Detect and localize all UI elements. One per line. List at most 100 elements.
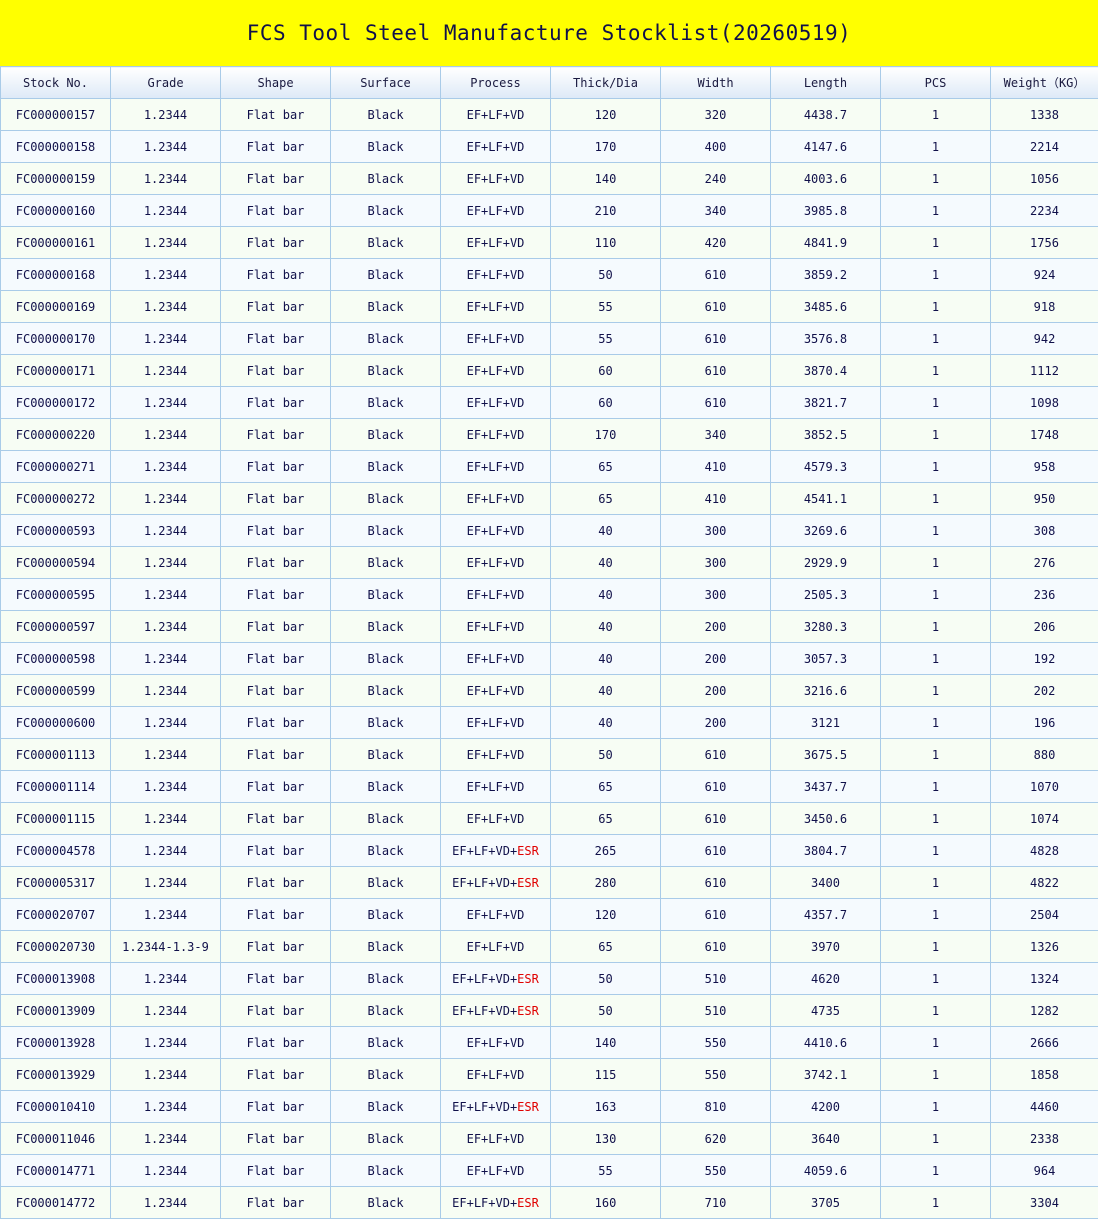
table-row[interactable]: FC0000002711.2344Flat barBlackEF+LF+VD65… [1, 451, 1098, 483]
table-row[interactable]: FC0000001721.2344Flat barBlackEF+LF+VD60… [1, 387, 1098, 419]
cell-surface: Black [331, 675, 441, 707]
cell-pcs: 1 [881, 387, 991, 419]
cell-shape: Flat bar [221, 675, 331, 707]
table-row[interactable]: FC0000005981.2344Flat barBlackEF+LF+VD40… [1, 643, 1098, 675]
table-row[interactable]: FC0000005931.2344Flat barBlackEF+LF+VD40… [1, 515, 1098, 547]
table-row[interactable]: FC0000001681.2344Flat barBlackEF+LF+VD50… [1, 259, 1098, 291]
table-row[interactable]: FC0000207071.2344Flat barBlackEF+LF+VD12… [1, 899, 1098, 931]
process-base-text: EF+LF+VD [467, 652, 525, 666]
cell-stock-no: FC000014771 [1, 1155, 111, 1187]
cell-length: 4147.6 [771, 131, 881, 163]
table-row[interactable]: FC0000104101.2344Flat barBlackEF+LF+VD+E… [1, 1091, 1098, 1123]
cell-length: 3804.7 [771, 835, 881, 867]
table-row[interactable]: FC0000053171.2344Flat barBlackEF+LF+VD+E… [1, 867, 1098, 899]
table-row[interactable]: FC0000139081.2344Flat barBlackEF+LF+VD+E… [1, 963, 1098, 995]
table-row[interactable]: FC0000005971.2344Flat barBlackEF+LF+VD40… [1, 611, 1098, 643]
cell-weight: 2338 [991, 1123, 1098, 1155]
cell-pcs: 1 [881, 707, 991, 739]
table-row[interactable]: FC0000005951.2344Flat barBlackEF+LF+VD40… [1, 579, 1098, 611]
cell-shape: Flat bar [221, 611, 331, 643]
table-row[interactable]: FC0000001611.2344Flat barBlackEF+LF+VD11… [1, 227, 1098, 259]
cell-length: 3280.3 [771, 611, 881, 643]
cell-grade: 1.2344 [111, 163, 221, 195]
cell-width: 610 [661, 739, 771, 771]
table-row[interactable]: FC0000001711.2344Flat barBlackEF+LF+VD60… [1, 355, 1098, 387]
cell-process: EF+LF+VD+ESR [441, 835, 551, 867]
column-header-pcs[interactable]: PCS [881, 67, 991, 99]
cell-width: 610 [661, 931, 771, 963]
cell-pcs: 1 [881, 1091, 991, 1123]
process-base-text: EF+LF+VD+ [452, 1196, 517, 1210]
table-row[interactable]: FC0000147711.2344Flat barBlackEF+LF+VD55… [1, 1155, 1098, 1187]
cell-thick-dia: 50 [551, 739, 661, 771]
table-row[interactable]: FC0000005941.2344Flat barBlackEF+LF+VD40… [1, 547, 1098, 579]
cell-thick-dia: 65 [551, 771, 661, 803]
column-header-process[interactable]: Process [441, 67, 551, 99]
cell-width: 610 [661, 803, 771, 835]
cell-thick-dia: 140 [551, 163, 661, 195]
process-base-text: EF+LF+VD [467, 460, 525, 474]
title-banner: FCS Tool Steel Manufacture Stocklist(202… [0, 0, 1098, 66]
cell-shape: Flat bar [221, 867, 331, 899]
cell-weight: 192 [991, 643, 1098, 675]
table-row[interactable]: FC0000001601.2344Flat barBlackEF+LF+VD21… [1, 195, 1098, 227]
table-row[interactable]: FC0000001581.2344Flat barBlackEF+LF+VD17… [1, 131, 1098, 163]
column-header-grade[interactable]: Grade [111, 67, 221, 99]
cell-width: 810 [661, 1091, 771, 1123]
cell-pcs: 1 [881, 771, 991, 803]
cell-length: 4579.3 [771, 451, 881, 483]
cell-surface: Black [331, 547, 441, 579]
cell-thick-dia: 40 [551, 643, 661, 675]
cell-pcs: 1 [881, 867, 991, 899]
table-row[interactable]: FC0000001591.2344Flat barBlackEF+LF+VD14… [1, 163, 1098, 195]
table-row[interactable]: FC0000110461.2344Flat barBlackEF+LF+VD13… [1, 1123, 1098, 1155]
cell-weight: 880 [991, 739, 1098, 771]
table-row[interactable]: FC0000005991.2344Flat barBlackEF+LF+VD40… [1, 675, 1098, 707]
cell-weight: 1756 [991, 227, 1098, 259]
header-row: Stock No. Grade Shape Surface Process Th… [1, 67, 1098, 99]
table-row[interactable]: FC0000147721.2344Flat barBlackEF+LF+VD+E… [1, 1187, 1098, 1219]
process-base-text: EF+LF+VD [467, 364, 525, 378]
column-header-thick-dia[interactable]: Thick/Dia [551, 67, 661, 99]
cell-pcs: 1 [881, 1027, 991, 1059]
column-header-shape[interactable]: Shape [221, 67, 331, 99]
table-row[interactable]: FC0000002201.2344Flat barBlackEF+LF+VD17… [1, 419, 1098, 451]
table-row[interactable]: FC0000011141.2344Flat barBlackEF+LF+VD65… [1, 771, 1098, 803]
table-row[interactable]: FC0000139091.2344Flat barBlackEF+LF+VD+E… [1, 995, 1098, 1027]
cell-thick-dia: 163 [551, 1091, 661, 1123]
process-esr-highlight: ESR [517, 1004, 539, 1018]
cell-length: 4438.7 [771, 99, 881, 131]
table-row[interactable]: FC0000207301.2344-1.3-9Flat barBlackEF+L… [1, 931, 1098, 963]
table-row[interactable]: FC0000001691.2344Flat barBlackEF+LF+VD55… [1, 291, 1098, 323]
table-row[interactable]: FC0000011131.2344Flat barBlackEF+LF+VD50… [1, 739, 1098, 771]
table-row[interactable]: FC0000002721.2344Flat barBlackEF+LF+VD65… [1, 483, 1098, 515]
column-header-stock-no[interactable]: Stock No. [1, 67, 111, 99]
table-row[interactable]: FC0000139291.2344Flat barBlackEF+LF+VD11… [1, 1059, 1098, 1091]
column-header-width[interactable]: Width [661, 67, 771, 99]
cell-thick-dia: 280 [551, 867, 661, 899]
column-header-length[interactable]: Length [771, 67, 881, 99]
cell-weight: 1326 [991, 931, 1098, 963]
table-row[interactable]: FC0000001571.2344Flat barBlackEF+LF+VD12… [1, 99, 1098, 131]
column-header-weight[interactable]: Weight（KG） [991, 67, 1098, 99]
cell-weight: 202 [991, 675, 1098, 707]
table-row[interactable]: FC0000011151.2344Flat barBlackEF+LF+VD65… [1, 803, 1098, 835]
table-body: FC0000001571.2344Flat barBlackEF+LF+VD12… [1, 99, 1098, 1219]
cell-width: 300 [661, 515, 771, 547]
table-row[interactable]: FC0000001701.2344Flat barBlackEF+LF+VD55… [1, 323, 1098, 355]
cell-surface: Black [331, 451, 441, 483]
cell-length: 3640 [771, 1123, 881, 1155]
table-row[interactable]: FC0000139281.2344Flat barBlackEF+LF+VD14… [1, 1027, 1098, 1059]
cell-stock-no: FC000020730 [1, 931, 111, 963]
cell-shape: Flat bar [221, 547, 331, 579]
table-row[interactable]: FC0000045781.2344Flat barBlackEF+LF+VD+E… [1, 835, 1098, 867]
table-row[interactable]: FC0000006001.2344Flat barBlackEF+LF+VD40… [1, 707, 1098, 739]
cell-pcs: 1 [881, 835, 991, 867]
cell-thick-dia: 210 [551, 195, 661, 227]
cell-weight: 1098 [991, 387, 1098, 419]
cell-stock-no: FC000000170 [1, 323, 111, 355]
process-esr-highlight: ESR [517, 972, 539, 986]
cell-stock-no: FC000000598 [1, 643, 111, 675]
column-header-surface[interactable]: Surface [331, 67, 441, 99]
cell-pcs: 1 [881, 643, 991, 675]
